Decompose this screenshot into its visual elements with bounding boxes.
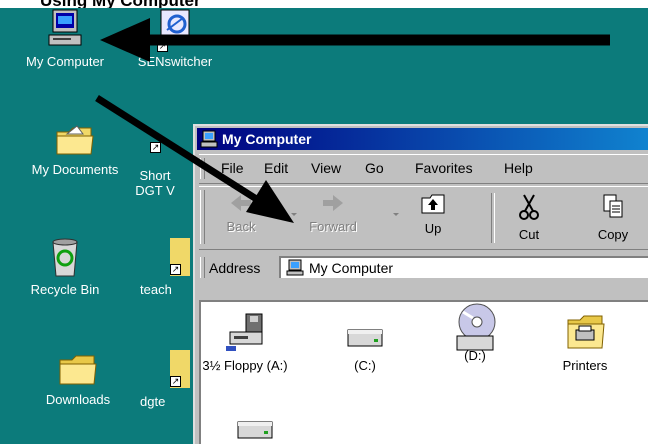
desktop-icon-label: Short DGT V xyxy=(135,168,175,198)
desktop-icon-label: dgte xyxy=(140,394,166,409)
menu-edit[interactable]: Edit xyxy=(264,160,288,176)
desktop-icon-label: My Documents xyxy=(31,162,119,177)
menu-file[interactable]: File xyxy=(221,160,244,176)
menu-help[interactable]: Help xyxy=(504,160,533,176)
address-bar: Address My Computer xyxy=(199,254,648,282)
item-label: (C:) xyxy=(354,358,376,373)
desktop-icon-shortcut-dgt[interactable]: ↗ Short DGT V xyxy=(120,120,190,198)
back-button[interactable]: Back xyxy=(211,193,271,234)
toolbar-grip[interactable] xyxy=(200,190,205,244)
item-label: Printers xyxy=(562,358,608,373)
forward-label: Forward xyxy=(309,219,357,234)
desktop-icon-label: Downloads xyxy=(45,392,111,407)
item-label: (D:) xyxy=(464,348,486,363)
forward-button[interactable]: Forward xyxy=(303,193,363,234)
menu-view[interactable]: View xyxy=(311,160,341,176)
copy-label: Copy xyxy=(597,227,629,242)
window-titlebar[interactable]: My Computer xyxy=(197,128,648,150)
floppy-drive-icon xyxy=(226,313,263,351)
back-arrow-icon xyxy=(231,195,251,211)
cd-drive-icon xyxy=(456,303,496,351)
copy-icon xyxy=(603,194,623,218)
desktop-icon-dgte[interactable]: ↗ dgte xyxy=(140,350,200,409)
toolbar: Back Forward Up Cut Copy xyxy=(199,186,648,250)
desktop-icon-my-computer[interactable]: My Computer xyxy=(15,8,115,69)
up-label: Up xyxy=(424,221,442,236)
recycle-bin-icon xyxy=(52,238,78,277)
desktop-icon-senswitcher[interactable]: ↗ SENswitcher xyxy=(125,8,225,69)
shortcut-arrow-icon: ↗ xyxy=(150,142,161,153)
printers-folder[interactable]: Printers xyxy=(535,312,635,373)
desktop-icon-recycle-bin[interactable]: Recycle Bin xyxy=(15,234,115,297)
my-computer-window: My Computer File Edit View Go Favorites … xyxy=(193,124,648,444)
folder-icon xyxy=(59,355,97,385)
window-title: My Computer xyxy=(222,131,312,147)
printers-folder-icon xyxy=(567,315,605,349)
folder-icon xyxy=(56,125,94,155)
file-list: 3½ Floppy (A:) (C:) (D:) Printers xyxy=(199,300,648,444)
desktop-icon-label: teach xyxy=(140,282,172,297)
drive-d[interactable]: (D:) xyxy=(425,302,525,363)
toolbar-separator xyxy=(491,193,495,243)
menu-grip[interactable] xyxy=(200,158,205,179)
forward-arrow-icon xyxy=(323,195,343,211)
shortcut-arrow-icon: ↗ xyxy=(170,376,181,387)
up-button[interactable]: Up xyxy=(403,193,463,236)
computer-icon xyxy=(286,259,304,276)
scissors-icon xyxy=(519,194,539,220)
menu-go[interactable]: Go xyxy=(365,160,384,176)
computer-icon xyxy=(200,130,218,148)
computer-icon xyxy=(48,9,82,46)
cut-label: Cut xyxy=(518,227,540,242)
address-value: My Computer xyxy=(309,260,394,276)
back-dropdown-icon[interactable] xyxy=(291,213,297,216)
desktop-icon-my-documents[interactable]: My Documents xyxy=(25,116,125,177)
back-label: Back xyxy=(226,219,256,234)
desktop-icon-label: Recycle Bin xyxy=(30,282,100,297)
hard-drive-icon xyxy=(237,421,273,439)
copy-button[interactable]: Copy xyxy=(583,193,643,242)
desktop-icon-teach[interactable]: ↗ teach xyxy=(140,238,200,297)
menu-favorites[interactable]: Favorites xyxy=(415,160,473,176)
address-label: Address xyxy=(209,260,261,276)
drive-c[interactable]: (C:) xyxy=(315,312,415,373)
shortcut-arrow-icon: ↗ xyxy=(170,264,181,275)
drive-floppy[interactable]: 3½ Floppy (A:) xyxy=(195,312,295,373)
item-label: 3½ Floppy (A:) xyxy=(202,358,288,373)
desktop: My Computer ↗ SENswitcher My Documents ↗… xyxy=(0,8,648,444)
address-input[interactable]: My Computer xyxy=(279,256,648,278)
up-folder-icon xyxy=(421,194,445,214)
menu-bar: File Edit View Go Favorites Help xyxy=(199,154,648,184)
forward-dropdown-icon[interactable] xyxy=(393,213,399,216)
desktop-icon-label: SENswitcher xyxy=(137,54,213,69)
cut-button[interactable]: Cut xyxy=(499,193,559,242)
shortcut-arrow-icon: ↗ xyxy=(157,41,168,52)
hard-drive-icon xyxy=(347,329,383,347)
address-grip[interactable] xyxy=(200,257,205,278)
desktop-icon-downloads[interactable]: Downloads xyxy=(28,348,128,407)
drive-extra[interactable] xyxy=(205,414,305,444)
desktop-icon-label: My Computer xyxy=(25,54,105,69)
